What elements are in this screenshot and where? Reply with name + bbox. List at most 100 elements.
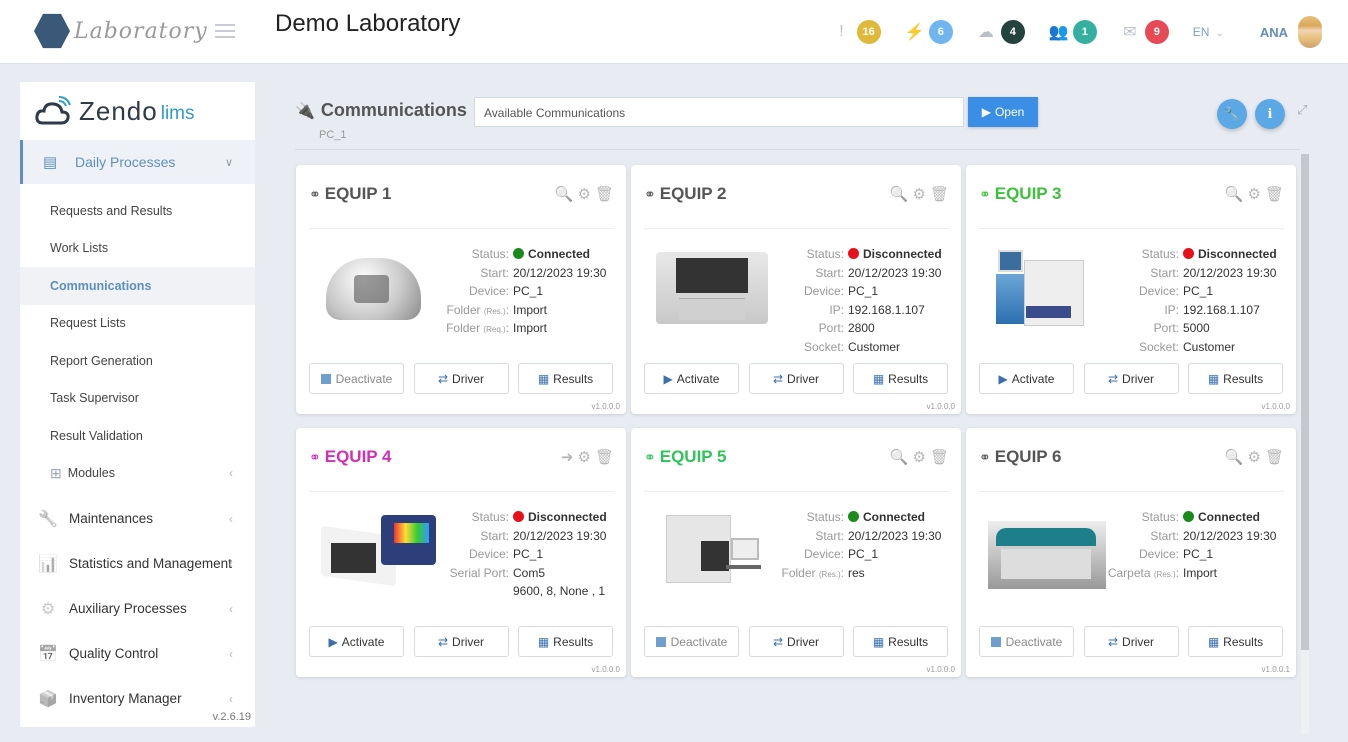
communications-select[interactable]: Available Communications: [474, 97, 964, 127]
expand-icon[interactable]: ⤢: [1297, 102, 1307, 118]
notification-exclamation[interactable]: ! 16: [833, 20, 881, 44]
info-value: Import: [1183, 565, 1218, 580]
results-button[interactable]: ▦ Results: [853, 626, 948, 657]
cloud-upload-icon: ☁: [977, 24, 994, 41]
deactivate-button[interactable]: Deactivate: [979, 626, 1074, 657]
gear-icon: ⚙: [40, 600, 56, 618]
results-button[interactable]: ▦ Results: [518, 363, 613, 394]
header-divider: [295, 149, 1300, 150]
search-icon[interactable]: 🔍: [555, 185, 574, 203]
driver-version: v1.0.0.1: [1261, 665, 1290, 674]
trash-icon[interactable]: 🗑: [595, 448, 614, 466]
results-button[interactable]: ▦ Results: [518, 626, 613, 657]
header-toolbar: ! 16 ⚡ 6 ☁ 4 👥 1 ✉ 9 EN ⌄ ANA: [809, 15, 1322, 49]
status-dot-icon: [848, 511, 859, 523]
gear-icon[interactable]: ⚙: [578, 185, 591, 203]
results-button[interactable]: ▦ Results: [1188, 626, 1283, 657]
trash-icon[interactable]: 🗑: [595, 185, 614, 203]
play-icon: ▶: [981, 105, 991, 119]
notification-envelope-open[interactable]: ✉ 9: [1121, 20, 1169, 44]
sidebar-item-task-supervisor[interactable]: Task Supervisor: [20, 380, 255, 418]
status-dot-icon: [1183, 511, 1194, 523]
chevron-left-icon: ‹: [229, 601, 233, 616]
logo-zendo-text: Zendo: [79, 95, 158, 126]
gear-icon[interactable]: ⚙: [578, 448, 591, 466]
activate-button[interactable]: ▶ Activate: [644, 363, 739, 394]
driver-button[interactable]: ⇄ Driver: [413, 626, 509, 657]
brand-name: Laboratory: [74, 18, 208, 44]
notification-users[interactable]: 👥 1: [1049, 20, 1097, 44]
sidebar-item-label: Maintenances: [69, 511, 154, 526]
gear-icon[interactable]: ⚙: [1248, 448, 1261, 466]
sidebar-item-quality-control[interactable]: 📅 Quality Control ‹: [20, 631, 255, 676]
info-value: PC_1: [513, 284, 544, 299]
language-selector[interactable]: EN ⌄: [1193, 25, 1224, 39]
info-row: Status: Disconnected: [761, 245, 951, 264]
search-icon[interactable]: 🔍: [1225, 185, 1244, 203]
scrollbar-thumb[interactable]: [1301, 154, 1309, 650]
results-button[interactable]: ▦ Results: [1188, 363, 1283, 394]
exchange-icon: ⇄: [1107, 371, 1119, 386]
settings-wrench-button[interactable]: 🔧: [1217, 99, 1247, 129]
trash-icon[interactable]: 🗑: [930, 185, 949, 203]
info-label: Socket:: [1138, 339, 1179, 354]
notification-badge: 4: [1000, 20, 1025, 44]
trash-icon[interactable]: 🗑: [1265, 448, 1284, 466]
sidebar-item-result-validation[interactable]: Result Validation: [20, 417, 255, 455]
trash-icon[interactable]: 🗑: [1265, 185, 1284, 203]
results-button[interactable]: ▦ Results: [853, 363, 948, 394]
equipment-info: Status: Disconnected Start: 20/12/2023 19:3…: [426, 508, 616, 601]
search-icon[interactable]: 🔍: [890, 448, 909, 466]
gear-icon[interactable]: ⚙: [1248, 185, 1261, 203]
sidebar-item-label: Auxiliary Processes: [69, 601, 187, 616]
info-label: Port:: [818, 321, 844, 336]
sidebar-item-request-lists[interactable]: Request Lists: [20, 305, 255, 343]
driver-button[interactable]: ⇄ Driver: [748, 363, 844, 394]
gear-icon[interactable]: ⚙: [913, 448, 926, 466]
activate-button[interactable]: ▶ Activate: [979, 363, 1074, 394]
driver-button[interactable]: ⇄ Driver: [413, 363, 509, 394]
brand-logo[interactable]: Laboratory: [34, 12, 208, 50]
sidebar-item-requests-and-results[interactable]: Requests and Results: [20, 192, 255, 230]
card-actions: ▶ Activate ⇄ Driver ▦ Results: [979, 363, 1293, 394]
sidebar-group-daily-processes[interactable]: ▤ Daily Processes ∨: [20, 140, 255, 184]
notification-cloud-upload[interactable]: ☁ 4: [977, 20, 1025, 44]
info-value: 192.168.1.107: [848, 302, 925, 317]
info-row: Carpeta (Res.): Import: [1096, 564, 1286, 583]
scrollbar[interactable]: [1301, 154, 1309, 734]
row-label-suffix: (Res.): [1153, 569, 1176, 579]
search-icon[interactable]: 🔍: [1225, 448, 1244, 466]
driver-button[interactable]: ⇄ Driver: [748, 626, 844, 657]
equipment-name: EQUIP 6: [994, 447, 1062, 466]
driver-button[interactable]: ⇄ Driver: [1083, 363, 1179, 394]
trash-icon[interactable]: 🗑: [930, 448, 949, 466]
notification-plug[interactable]: ⚡ 6: [905, 20, 953, 44]
activate-button[interactable]: ▶ Activate: [309, 626, 404, 657]
info-value: res: [848, 565, 865, 580]
info-value: PC_1: [1183, 284, 1214, 299]
driver-button[interactable]: ⇄ Driver: [1083, 626, 1179, 657]
menu-toggle-icon[interactable]: [215, 24, 235, 38]
user-name[interactable]: ANA: [1260, 25, 1288, 40]
info-row: Device: PC_1: [1096, 545, 1286, 564]
avatar[interactable]: [1298, 16, 1322, 48]
sidebar-item-maintenances[interactable]: 🔧 Maintenances ‹: [20, 496, 255, 541]
info-value: 20/12/2023 19:30: [1183, 528, 1277, 543]
gear-icon[interactable]: ⚙: [913, 185, 926, 203]
chevron-left-icon: ‹: [229, 511, 233, 526]
card-divider: [979, 491, 1284, 492]
info-row: Device: PC_1: [761, 545, 951, 564]
deactivate-button[interactable]: Deactivate: [309, 363, 404, 394]
arrow-right-icon[interactable]: ➜: [561, 448, 574, 466]
sidebar-item-communications[interactable]: Communications: [20, 267, 255, 305]
sidebar-item-work-lists[interactable]: Work Lists: [20, 230, 255, 268]
info-button[interactable]: i: [1255, 99, 1285, 129]
sidebar-item-modules[interactable]: ⊞ Modules ‹: [20, 455, 255, 493]
bar-chart-icon: 📊: [38, 555, 58, 573]
sidebar-item-auxiliary-processes[interactable]: ⚙ Auxiliary Processes ‹: [20, 586, 255, 631]
search-icon[interactable]: 🔍: [890, 185, 909, 203]
sidebar-item-statistics-and-management[interactable]: 📊 Statistics and Management ‹: [20, 541, 255, 586]
sidebar-item-report-generation[interactable]: Report Generation: [20, 342, 255, 380]
open-button[interactable]: ▶ Open: [968, 97, 1038, 127]
deactivate-button[interactable]: Deactivate: [644, 626, 739, 657]
